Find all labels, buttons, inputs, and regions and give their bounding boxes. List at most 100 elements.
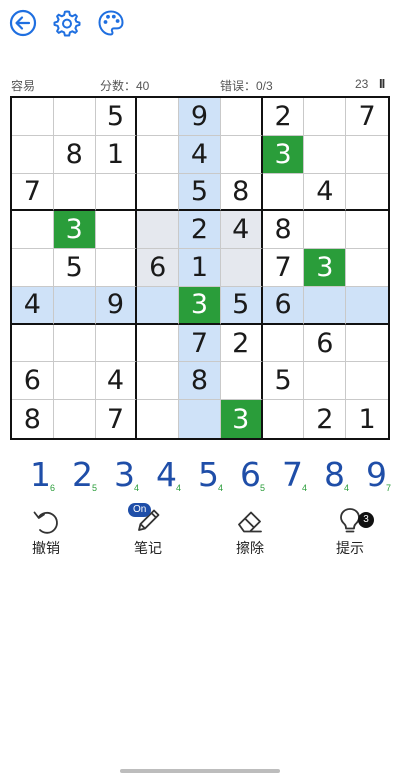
hint-button[interactable]: 提示 (320, 503, 380, 559)
sudoku-cell[interactable] (53, 400, 96, 438)
sudoku-cell[interactable] (262, 173, 305, 212)
sudoku-cell[interactable] (95, 249, 138, 287)
sudoku-cell[interactable]: 4 (95, 362, 138, 401)
sudoku-cell[interactable] (137, 362, 180, 401)
sudoku-cell[interactable] (53, 173, 96, 212)
number-button-2[interactable]: 25 (72, 455, 112, 495)
sudoku-cell[interactable]: 5 (220, 286, 263, 325)
sudoku-cell[interactable]: 4 (220, 211, 263, 250)
erase-label: 擦除 (236, 540, 264, 556)
sudoku-cell[interactable]: 7 (95, 400, 138, 438)
sudoku-cell[interactable]: 6 (304, 324, 347, 363)
sudoku-cell[interactable] (346, 286, 388, 325)
sudoku-cell[interactable]: 9 (95, 286, 138, 325)
sudoku-cell[interactable]: 7 (179, 324, 221, 363)
sudoku-cell[interactable] (262, 400, 305, 438)
palette-icon (98, 10, 124, 36)
sudoku-cell[interactable]: 8 (262, 211, 305, 250)
number-button-5[interactable]: 54 (198, 455, 238, 495)
sudoku-cell[interactable] (53, 98, 96, 136)
sudoku-cell[interactable]: 8 (12, 400, 54, 438)
sudoku-cell[interactable] (53, 286, 96, 325)
sudoku-cell[interactable] (95, 173, 138, 212)
sudoku-cell[interactable]: 5 (262, 362, 305, 401)
number-button-1[interactable]: 16 (30, 455, 70, 495)
sudoku-cell[interactable]: 3 (304, 249, 347, 287)
sudoku-cell[interactable] (137, 286, 180, 325)
number-button-8[interactable]: 84 (324, 455, 364, 495)
sudoku-cell[interactable]: 8 (179, 362, 221, 401)
number-button-3[interactable]: 34 (114, 455, 154, 495)
sudoku-cell[interactable] (220, 362, 263, 401)
sudoku-cell[interactable]: 7 (12, 173, 54, 212)
sudoku-cell[interactable] (304, 362, 347, 401)
sudoku-cell[interactable] (262, 324, 305, 363)
sudoku-cell[interactable]: 2 (220, 324, 263, 363)
sudoku-cell[interactable] (137, 135, 180, 174)
sudoku-cell[interactable] (137, 400, 180, 438)
sudoku-cell[interactable]: 5 (95, 98, 138, 136)
sudoku-cell[interactable]: 4 (179, 135, 221, 174)
sudoku-cell[interactable]: 4 (304, 173, 347, 212)
sudoku-cell[interactable]: 6 (137, 249, 180, 287)
sudoku-cell[interactable]: 3 (262, 135, 305, 174)
sudoku-cell[interactable] (346, 173, 388, 212)
number-button-4[interactable]: 44 (156, 455, 196, 495)
sudoku-cell[interactable] (53, 362, 96, 401)
sudoku-cell[interactable]: 4 (12, 286, 54, 325)
undo-button[interactable]: 撤销 (16, 503, 76, 559)
sudoku-cell[interactable]: 6 (262, 286, 305, 325)
sudoku-cell[interactable]: 8 (220, 173, 263, 212)
sudoku-cell[interactable]: 2 (179, 211, 221, 250)
sudoku-cell[interactable] (53, 324, 96, 363)
number-button-7[interactable]: 74 (282, 455, 322, 495)
sudoku-cell[interactable] (346, 362, 388, 401)
sudoku-cell[interactable] (137, 324, 180, 363)
sudoku-cell[interactable] (220, 98, 263, 136)
sudoku-cell[interactable] (95, 211, 138, 250)
sudoku-cell[interactable] (346, 211, 388, 250)
theme-button[interactable] (96, 8, 126, 38)
sudoku-cell[interactable]: 3 (53, 211, 96, 250)
sudoku-cell[interactable] (346, 135, 388, 174)
sudoku-cell[interactable]: 5 (53, 249, 96, 287)
sudoku-cell[interactable] (12, 98, 54, 136)
sudoku-cell[interactable]: 8 (53, 135, 96, 174)
number-button-9[interactable]: 97 (366, 455, 400, 495)
sudoku-cell[interactable] (137, 98, 180, 136)
sudoku-cell[interactable] (12, 249, 54, 287)
erase-button[interactable]: 擦除 (220, 503, 280, 559)
sudoku-cell[interactable] (346, 249, 388, 287)
sudoku-cell[interactable]: 7 (262, 249, 305, 287)
sudoku-cell[interactable] (304, 135, 347, 174)
sudoku-cell[interactable] (12, 135, 54, 174)
sudoku-cell[interactable] (12, 324, 54, 363)
sudoku-cell[interactable]: 3 (179, 286, 221, 325)
sudoku-cell[interactable]: 9 (179, 98, 221, 136)
sudoku-cell[interactable] (95, 324, 138, 363)
sudoku-cell[interactable]: 1 (346, 400, 388, 438)
sudoku-cell[interactable] (137, 211, 180, 250)
sudoku-cell[interactable]: 2 (262, 98, 305, 136)
digit-label: 5 (198, 455, 219, 494)
sudoku-cell[interactable]: 1 (179, 249, 221, 287)
settings-button[interactable] (52, 8, 82, 38)
sudoku-cell[interactable] (346, 324, 388, 363)
sudoku-cell[interactable]: 6 (12, 362, 54, 401)
sudoku-cell[interactable] (220, 135, 263, 174)
sudoku-cell[interactable]: 3 (220, 400, 263, 438)
sudoku-cell[interactable]: 5 (179, 173, 221, 212)
sudoku-cell[interactable] (137, 173, 180, 212)
number-button-6[interactable]: 65 (240, 455, 280, 495)
sudoku-cell[interactable]: 2 (304, 400, 347, 438)
sudoku-cell[interactable] (304, 211, 347, 250)
sudoku-cell[interactable] (304, 98, 347, 136)
pause-button[interactable]: II (379, 76, 385, 91)
sudoku-cell[interactable] (304, 286, 347, 325)
sudoku-cell[interactable] (179, 400, 221, 438)
sudoku-cell[interactable]: 1 (95, 135, 138, 174)
sudoku-cell[interactable] (12, 211, 54, 250)
sudoku-cell[interactable] (220, 249, 263, 287)
back-button[interactable] (8, 8, 38, 38)
sudoku-cell[interactable]: 7 (346, 98, 388, 136)
